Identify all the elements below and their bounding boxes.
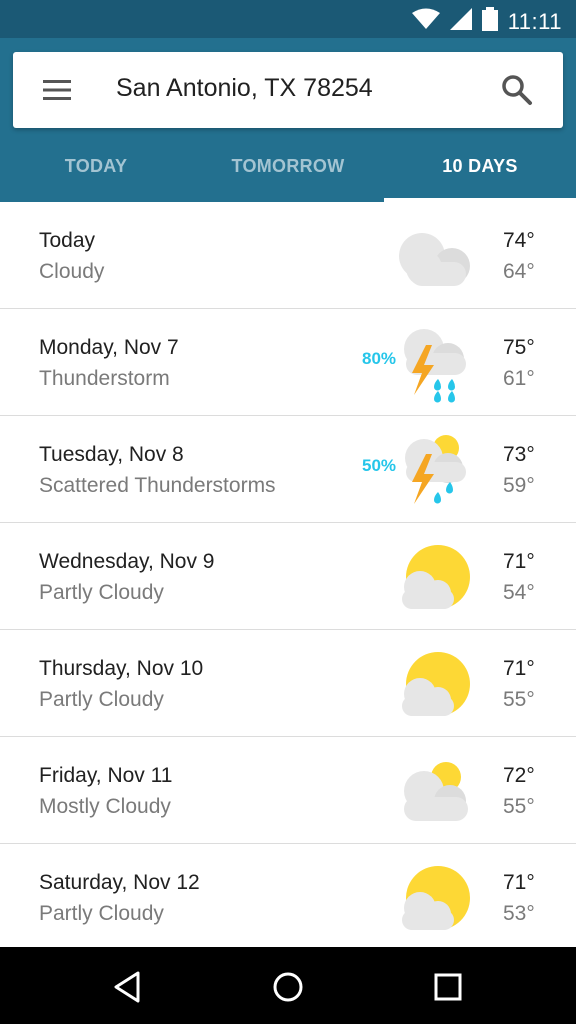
battery-icon: [481, 7, 498, 36]
precip-chance: 80%: [362, 349, 397, 368]
low-temp: 55°: [503, 688, 535, 711]
high-temp: 71°: [503, 871, 535, 894]
forecast-list: Today Cloudy 74° 64° Monday, Nov 7 Thund…: [0, 202, 576, 947]
cloudy-icon: [396, 216, 476, 296]
high-temp: 72°: [503, 764, 535, 787]
search-icon[interactable]: [499, 72, 535, 108]
precip-chance: 50%: [362, 456, 397, 475]
status-bar: 11:11: [0, 0, 576, 38]
forecast-day: Friday, Nov 11: [39, 764, 173, 787]
forecast-row-today[interactable]: Today Cloudy 74° 64°: [0, 202, 576, 309]
forecast-day: Wednesday, Nov 9: [39, 550, 215, 573]
forecast-day: Monday, Nov 7: [39, 336, 179, 359]
forecast-condition: Partly Cloudy: [39, 688, 164, 711]
forecast-row-wednesday[interactable]: Wednesday, Nov 9 Partly Cloudy 71° 54°: [0, 523, 576, 630]
forecast-day: Saturday, Nov 12: [39, 871, 200, 894]
home-icon[interactable]: [268, 967, 308, 1007]
forecast-day: Tuesday, Nov 8: [39, 443, 184, 466]
forecast-condition: Mostly Cloudy: [39, 795, 171, 818]
signal-icon: [449, 8, 472, 35]
forecast-row-friday[interactable]: Friday, Nov 11 Mostly Cloudy 72° 55°: [0, 737, 576, 844]
forecast-condition: Partly Cloudy: [39, 581, 164, 604]
forecast-row-tuesday[interactable]: Tuesday, Nov 8 Scattered Thunderstorms 5…: [0, 416, 576, 523]
forecast-condition: Scattered Thunderstorms: [39, 474, 276, 497]
forecast-row-saturday[interactable]: Saturday, Nov 12 Partly Cloudy 71° 53°: [0, 844, 576, 947]
nav-bar: [0, 947, 576, 1024]
forecast-day: Thursday, Nov 10: [39, 657, 204, 680]
forecast-condition: Cloudy: [39, 260, 105, 283]
app-bar: San Antonio, TX 78254 TODAY TOMORROW 10 …: [0, 38, 576, 202]
location-text[interactable]: San Antonio, TX 78254: [116, 74, 373, 103]
wifi-icon: [411, 8, 440, 35]
forecast-condition: Partly Cloudy: [39, 902, 164, 925]
forecast-row-monday[interactable]: Monday, Nov 7 Thunderstorm 80% 75° 61°: [0, 309, 576, 416]
forecast-row-thursday[interactable]: Thursday, Nov 10 Partly Cloudy 71° 55°: [0, 630, 576, 737]
search-card[interactable]: San Antonio, TX 78254: [13, 52, 563, 128]
tab-bar: TODAY TOMORROW 10 DAYS: [0, 146, 576, 202]
forecast-condition: Thunderstorm: [39, 367, 170, 390]
menu-icon[interactable]: [41, 76, 73, 104]
low-temp: 55°: [503, 795, 535, 818]
low-temp: 53°: [503, 902, 535, 925]
low-temp: 61°: [503, 367, 535, 390]
tab-10-days[interactable]: 10 DAYS: [384, 146, 576, 202]
mostly-cloudy-icon: [396, 751, 476, 831]
high-temp: 71°: [503, 550, 535, 573]
scattered-thunderstorms-icon: [396, 430, 476, 510]
low-temp: 59°: [503, 474, 535, 497]
low-temp: 54°: [503, 581, 535, 604]
high-temp: 73°: [503, 443, 535, 466]
high-temp: 71°: [503, 657, 535, 680]
tab-today[interactable]: TODAY: [0, 146, 192, 202]
forecast-day: Today: [39, 229, 96, 252]
high-temp: 75°: [503, 336, 535, 359]
high-temp: 74°: [503, 229, 535, 252]
partly-cloudy-icon: [396, 644, 476, 724]
partly-cloudy-icon: [396, 858, 476, 938]
status-icons: 11:11: [411, 7, 562, 36]
low-temp: 64°: [503, 260, 535, 283]
back-icon[interactable]: [108, 967, 148, 1007]
thunderstorm-icon: [396, 323, 476, 403]
status-time: 11:11: [507, 8, 562, 34]
partly-cloudy-icon: [396, 537, 476, 617]
tab-tomorrow[interactable]: TOMORROW: [192, 146, 384, 202]
recents-icon[interactable]: [428, 967, 468, 1007]
